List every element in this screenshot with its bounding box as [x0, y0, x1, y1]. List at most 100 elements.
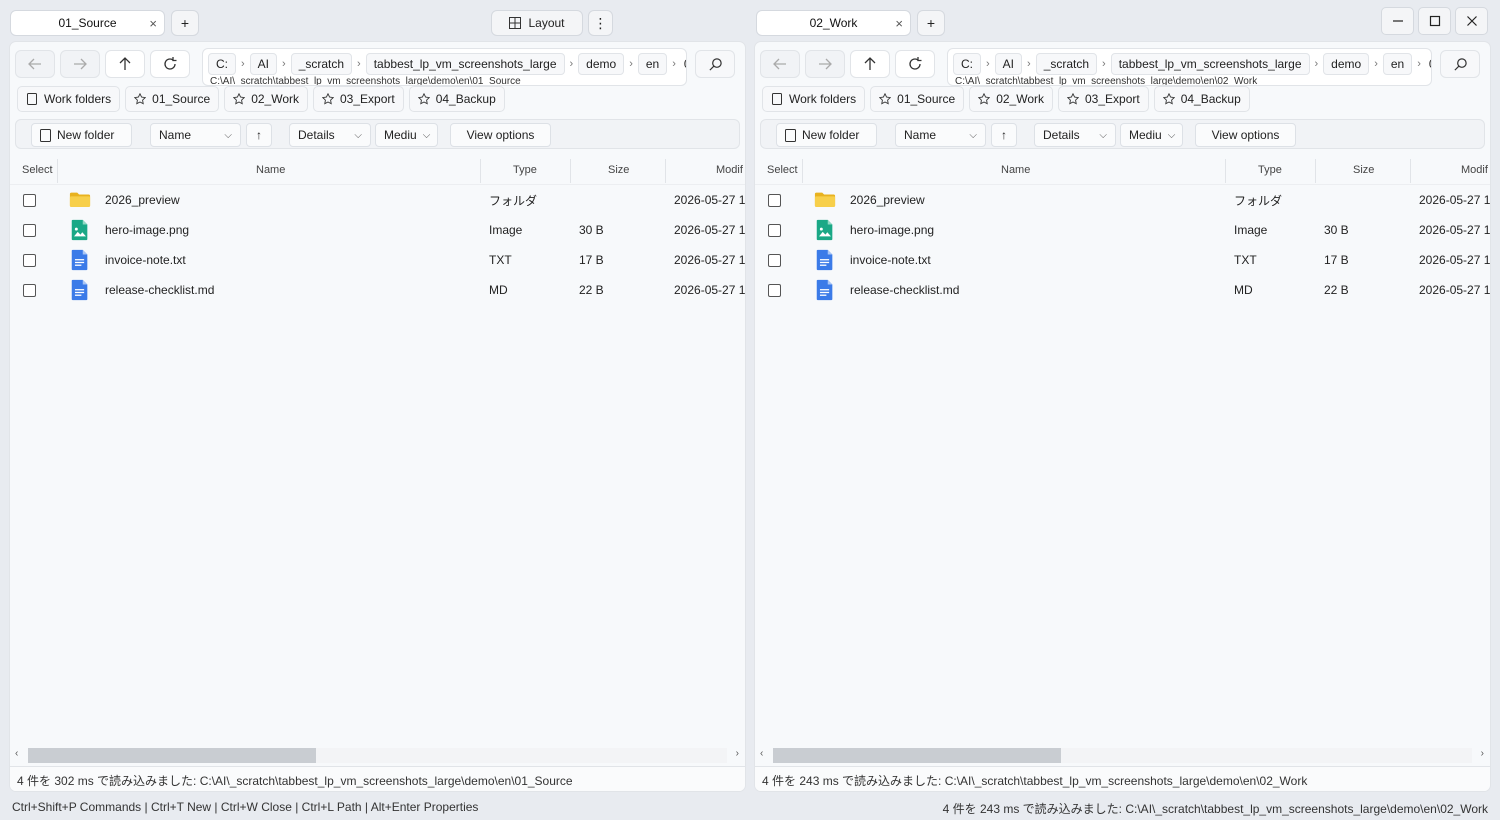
- address-bar[interactable]: C: › AI › _scratch › tabbest_lp_vm_screensh…: [202, 48, 687, 86]
- file-row[interactable]: hero-image.png Image 30 B 2026-05-27 1: [755, 215, 1490, 245]
- scroll-left-icon[interactable]: ‹: [760, 748, 763, 759]
- column-header-name[interactable]: Name: [1001, 155, 1030, 185]
- back-button[interactable]: [760, 50, 800, 78]
- breadcrumb-item[interactable]: 02: [1426, 53, 1431, 75]
- column-header-select[interactable]: Select: [767, 155, 798, 185]
- file-row[interactable]: hero-image.png Image 30 B 2026-05-27 1: [10, 215, 745, 245]
- new-folder-button[interactable]: New folder: [31, 123, 132, 147]
- view-mode-select[interactable]: Details ⌵: [1034, 123, 1116, 147]
- sort-direction-button[interactable]: ↑: [991, 123, 1017, 147]
- new-folder-button[interactable]: New folder: [776, 123, 877, 147]
- row-checkbox[interactable]: [768, 253, 781, 267]
- breadcrumb-item[interactable]: en: [637, 53, 668, 75]
- minimize-button[interactable]: [1381, 7, 1414, 35]
- breadcrumb-item[interactable]: C:: [953, 53, 981, 75]
- up-button[interactable]: [105, 50, 145, 78]
- favorite-01-source[interactable]: 01_Source: [870, 86, 965, 112]
- maximize-button[interactable]: [1418, 7, 1451, 35]
- column-header-select[interactable]: Select: [22, 155, 53, 185]
- address-bar[interactable]: C: › AI › _scratch › tabbest_lp_vm_screensh…: [947, 48, 1432, 86]
- column-divider[interactable]: [570, 159, 571, 183]
- favorite-02-work[interactable]: 02_Work: [224, 86, 308, 112]
- breadcrumb-item[interactable]: _scratch: [1035, 53, 1098, 75]
- row-checkbox[interactable]: [768, 223, 781, 237]
- refresh-button[interactable]: [895, 50, 935, 78]
- column-divider[interactable]: [665, 159, 666, 183]
- favorite-04-backup[interactable]: 04_Backup: [1153, 86, 1250, 112]
- up-button[interactable]: [850, 50, 890, 78]
- column-header-modified[interactable]: Modif: [716, 155, 743, 185]
- file-row[interactable]: release-checklist.md MD 22 B 2026-05-27 …: [10, 275, 745, 305]
- icon-size-select[interactable]: Mediu ⌵: [1120, 123, 1183, 147]
- refresh-button[interactable]: [150, 50, 190, 78]
- view-options-button[interactable]: View options: [450, 123, 551, 147]
- column-divider[interactable]: [57, 159, 58, 183]
- tab-02-work[interactable]: 02_Work ×: [756, 10, 911, 36]
- scroll-right-icon[interactable]: ›: [736, 748, 739, 759]
- scroll-thumb[interactable]: [28, 748, 316, 763]
- breadcrumb-item[interactable]: demo: [1323, 53, 1370, 75]
- column-divider[interactable]: [802, 159, 803, 183]
- sort-field-select[interactable]: Name ⌵: [150, 123, 241, 147]
- column-divider[interactable]: [480, 159, 481, 183]
- work-folders-button[interactable]: Work folders: [17, 86, 121, 112]
- new-tab-button[interactable]: +: [171, 10, 199, 36]
- column-divider[interactable]: [1315, 159, 1316, 183]
- close-window-button[interactable]: [1455, 7, 1488, 35]
- breadcrumb-item[interactable]: C:: [208, 53, 236, 75]
- breadcrumb-item[interactable]: tabbest_lp_vm_screenshots_large: [365, 53, 565, 75]
- sort-field-select[interactable]: Name ⌵: [895, 123, 986, 147]
- column-header-modified[interactable]: Modif: [1461, 155, 1488, 185]
- view-mode-select[interactable]: Details ⌵: [289, 123, 371, 147]
- row-checkbox[interactable]: [23, 193, 36, 207]
- breadcrumb-item[interactable]: en: [1382, 53, 1413, 75]
- breadcrumb-item[interactable]: demo: [578, 53, 625, 75]
- favorite-04-backup[interactable]: 04_Backup: [408, 86, 505, 112]
- view-options-button[interactable]: View options: [1195, 123, 1296, 147]
- breadcrumb-item[interactable]: _scratch: [290, 53, 353, 75]
- favorite-01-source[interactable]: 01_Source: [125, 86, 220, 112]
- favorite-02-work[interactable]: 02_Work: [969, 86, 1053, 112]
- more-options-button[interactable]: ⋮: [588, 10, 613, 36]
- row-checkbox[interactable]: [23, 283, 36, 297]
- horizontal-scrollbar[interactable]: ‹ ›: [755, 746, 1490, 764]
- tab-01-source[interactable]: 01_Source ×: [10, 10, 165, 36]
- work-folders-button[interactable]: Work folders: [762, 86, 866, 112]
- forward-button[interactable]: [805, 50, 845, 78]
- horizontal-scrollbar[interactable]: ‹ ›: [10, 746, 745, 764]
- breadcrumb-item[interactable]: 01: [681, 53, 686, 75]
- search-button[interactable]: [1440, 50, 1480, 78]
- column-header-size[interactable]: Size: [1353, 155, 1374, 185]
- search-button[interactable]: [695, 50, 735, 78]
- layout-button[interactable]: Layout: [491, 10, 583, 36]
- close-tab-icon[interactable]: ×: [895, 16, 903, 31]
- new-tab-button[interactable]: +: [917, 10, 945, 36]
- column-header-name[interactable]: Name: [256, 155, 285, 185]
- file-row[interactable]: invoice-note.txt TXT 17 B 2026-05-27 1: [755, 245, 1490, 275]
- file-row[interactable]: release-checklist.md MD 22 B 2026-05-27 …: [755, 275, 1490, 305]
- sort-direction-button[interactable]: ↑: [246, 123, 272, 147]
- file-row[interactable]: 2026_preview フォルダ 2026-05-27 1: [10, 185, 745, 215]
- breadcrumb-item[interactable]: AI: [249, 53, 278, 75]
- column-header-type[interactable]: Type: [1258, 155, 1282, 185]
- favorite-03-export[interactable]: 03_Export: [313, 86, 404, 112]
- row-checkbox[interactable]: [23, 223, 36, 237]
- file-row[interactable]: 2026_preview フォルダ 2026-05-27 1: [755, 185, 1490, 215]
- scroll-thumb[interactable]: [773, 748, 1061, 763]
- column-header-size[interactable]: Size: [608, 155, 629, 185]
- scroll-left-icon[interactable]: ‹: [15, 748, 18, 759]
- file-row[interactable]: invoice-note.txt TXT 17 B 2026-05-27 1: [10, 245, 745, 275]
- column-header-type[interactable]: Type: [513, 155, 537, 185]
- column-divider[interactable]: [1410, 159, 1411, 183]
- close-tab-icon[interactable]: ×: [149, 16, 157, 31]
- row-checkbox[interactable]: [768, 283, 781, 297]
- forward-button[interactable]: [60, 50, 100, 78]
- scroll-right-icon[interactable]: ›: [1481, 748, 1484, 759]
- favorite-03-export[interactable]: 03_Export: [1058, 86, 1149, 112]
- row-checkbox[interactable]: [768, 193, 781, 207]
- column-divider[interactable]: [1225, 159, 1226, 183]
- icon-size-select[interactable]: Mediu ⌵: [375, 123, 438, 147]
- breadcrumb-item[interactable]: tabbest_lp_vm_screenshots_large: [1110, 53, 1310, 75]
- back-button[interactable]: [15, 50, 55, 78]
- row-checkbox[interactable]: [23, 253, 36, 267]
